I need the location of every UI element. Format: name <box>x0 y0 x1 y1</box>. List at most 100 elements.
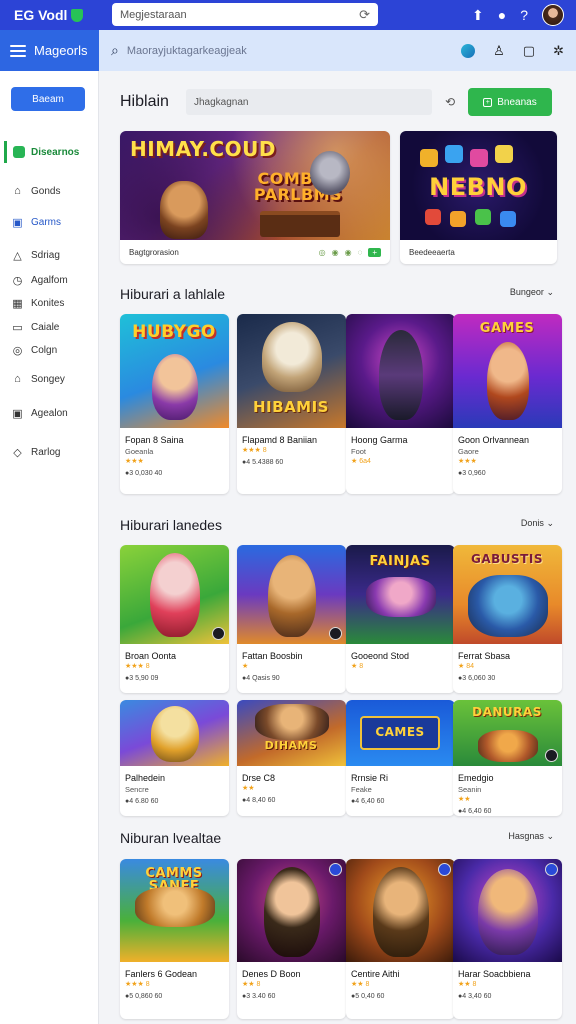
create-button[interactable]: + Bneanas <box>468 88 552 116</box>
game-meta: ●4 8,40 60 <box>242 797 276 804</box>
section-sort-dropdown[interactable]: Bungeor ⌄ <box>510 287 554 298</box>
sidebar-item-5[interactable]: ▭ Caiale <box>12 321 59 334</box>
featured-banner-1[interactable]: HIMAY.COUD COMBUS PARLBMS Bagtgrorasion … <box>120 131 390 264</box>
add-badge[interactable]: + <box>368 247 381 257</box>
game-subtitle: Goeanla <box>125 447 154 456</box>
game-tile[interactable]: CAMES Rrnsie Ri Feake ●4 6,40 60 <box>346 700 455 816</box>
rating-stars: ★★★ <box>458 458 477 465</box>
game-meta: ●4 6.80 60 <box>125 798 159 805</box>
game-tile[interactable]: GABUSTIS Ferrat Sbasa ★ 84 ●3 6,060 30 <box>453 545 562 693</box>
shield-icon <box>71 8 84 22</box>
game-tile[interactable]: Centire Aithi ★★ 8 ●5 0,40 60 <box>346 859 455 1019</box>
game-subtitle: Seanin <box>458 785 482 794</box>
game-tile[interactable]: Palhedein Sencre ●4 6.80 60 <box>120 700 229 816</box>
sidebar-primary-button[interactable]: Baeam <box>11 87 85 111</box>
platform-icon <box>212 627 225 640</box>
game-tile[interactable]: Hoong Garma Foot ★ 6a4 <box>346 314 455 494</box>
game-meta: ●5 0,860 60 <box>125 993 163 1000</box>
platform-icon <box>545 749 558 762</box>
avatar[interactable] <box>542 4 564 26</box>
bell-icon[interactable]: ♙ <box>493 43 505 59</box>
game-name: Drse C8 <box>242 773 276 783</box>
sidebar-item-8[interactable]: ▣ Agealon <box>12 407 67 420</box>
game-name: Fattan Boosbin <box>242 651 303 661</box>
address-bar[interactable]: Megjestaraan ⟳ <box>112 3 378 26</box>
gear-icon[interactable]: ✲ <box>553 43 564 59</box>
game-tile[interactable]: Fattan Boosbin ★ ●4 Qasis 90 <box>237 545 346 693</box>
bag-icon: ⌂ <box>14 373 21 385</box>
game-meta: ●3 6,060 30 <box>458 675 496 682</box>
sidebar-item-9[interactable]: ◇ Rarlog <box>12 446 60 459</box>
section-sort-dropdown[interactable]: Donis ⌄ <box>521 518 554 529</box>
game-tile[interactable]: HUBYGO Fopan 8 Saina Goeanla ★★★ ●3 0,03… <box>120 314 229 494</box>
game-tile[interactable]: FAINJAS Gooeond Stod ★ 8 <box>346 545 455 693</box>
box-icon[interactable]: ▢ <box>523 43 535 59</box>
game-thumbnail: DIHAMS <box>237 700 346 766</box>
game-thumbnail <box>346 314 455 428</box>
game-tile[interactable]: GAMES Goon Orlvannean Gaore ★★★ ●3 0,960 <box>453 314 562 494</box>
user-group-icon[interactable]: ● <box>498 7 506 23</box>
sidebar-item-2[interactable]: △ Sdriag <box>12 249 60 262</box>
game-tile[interactable]: HIBAMIS Flapamd 8 Baniian ★★★ 8 ●4 5.438… <box>237 314 346 494</box>
tag-icon: ◇ <box>13 447 22 459</box>
game-name: Ferrat Sbasa <box>458 651 511 661</box>
sidebar-item-6[interactable]: ◎ Colgn <box>12 344 57 357</box>
game-tile[interactable]: Broan Oonta ★★★ 8 ●3 5,90 09 <box>120 545 229 693</box>
brand[interactable]: EG Vodl <box>0 7 110 23</box>
game-tile[interactable]: Denes D Boon ★★ 8 ●3 3.40 60 <box>237 859 346 1019</box>
like-icon[interactable]: ◉ <box>332 248 339 257</box>
game-name: Emedgio <box>458 773 494 783</box>
sidebar-item-1[interactable]: ▣ Garms <box>12 216 61 229</box>
rating-stars: ★★★ <box>125 458 144 465</box>
platform-icon <box>438 863 451 876</box>
game-meta: ●3 0,960 <box>458 470 486 477</box>
sidebar-primary-button-label: Baeam <box>32 93 64 105</box>
sidebar-item-4[interactable]: ▦ Konites <box>12 297 64 310</box>
sidebar-item-3[interactable]: ◷ Agalfom <box>12 274 68 287</box>
pad-icon: ▣ <box>12 408 23 420</box>
game-tile[interactable]: DANURAS Emedgio Seanin ★★ ●4 6,40 60 <box>453 700 562 816</box>
secondary-search[interactable]: ⌕ Maorayjuktagarkeagjeak <box>111 42 247 59</box>
rating-stars: ★★ 8 <box>242 981 261 988</box>
home-up-icon[interactable]: ⬆ <box>472 7 484 24</box>
sidebar-item-active[interactable]: Disearnos <box>4 141 96 163</box>
discover-icon <box>13 146 25 158</box>
section-sort-dropdown[interactable]: Hasgnas ⌄ <box>508 831 554 842</box>
filter-icon[interactable]: ⟲ <box>432 95 468 109</box>
secondary-bar: Mageorls ⌕ Maorayjuktagarkeagjeak ♙ ▢ ✲ <box>0 30 576 71</box>
main-search-input[interactable]: Jhagkagnan <box>186 89 432 115</box>
game-meta: ●4 Qasis 90 <box>242 675 280 682</box>
game-tile[interactable]: CAMMS SANFE Fanlers 6 Godean ★★★ 8 ●5 0,… <box>120 859 229 1019</box>
featured-banner-2[interactable]: NEBNO Beedeeaerta <box>400 131 557 264</box>
platform-icon <box>545 863 558 876</box>
game-name: Centire Aithi <box>351 969 400 979</box>
game-tile[interactable]: DIHAMS Drse C8 ★★ ●4 8,40 60 <box>237 700 346 816</box>
refresh-icon[interactable]: ⟳ <box>359 7 370 23</box>
game-thumbnail: CAMMS SANFE <box>120 859 229 962</box>
game-tile[interactable]: Harar Soacbbiena ★★ 8 ●4 3,40 60 <box>453 859 562 1019</box>
rating-stars: ★★ 8 <box>458 981 477 988</box>
rating-stars: ★★ <box>242 785 255 792</box>
globe-icon[interactable] <box>461 43 476 58</box>
share-icon[interactable]: ◎ <box>319 248 326 257</box>
nav-toggle[interactable]: Mageorls <box>0 30 99 71</box>
banner-artwork: NEBNO <box>400 131 557 240</box>
sidebar-item-7[interactable]: ⌂ Songey <box>12 373 65 385</box>
section-title: Hiburari lanedes <box>120 517 222 533</box>
main-content: Hiblain Jhagkagnan ⟲ + Bneanas HIMAY.COU… <box>99 71 576 1024</box>
game-name: Broan Oonta <box>125 651 177 661</box>
game-name: Fopan 8 Saina <box>125 435 184 445</box>
clock-icon: ◷ <box>12 275 23 287</box>
game-thumbnail <box>453 859 562 962</box>
bookmark-icon[interactable]: ◉ <box>345 248 352 257</box>
rating-stars: ★★★ 8 <box>125 663 150 670</box>
sidebar-item-label: Colgn <box>31 345 58 356</box>
help-icon[interactable]: ? <box>520 7 528 23</box>
menu-icon <box>10 44 26 57</box>
top-bar: EG Vodl Megjestaraan ⟳ ⬆ ● ? <box>0 0 576 30</box>
game-subtitle: Gaore <box>458 447 479 456</box>
sidebar-item-label: Gonds <box>31 185 61 197</box>
sidebar-item-0[interactable]: ⌂ Gonds <box>12 185 60 197</box>
more-icon[interactable]: ◌ <box>358 248 363 257</box>
game-meta: ●4 6,40 60 <box>458 808 492 815</box>
